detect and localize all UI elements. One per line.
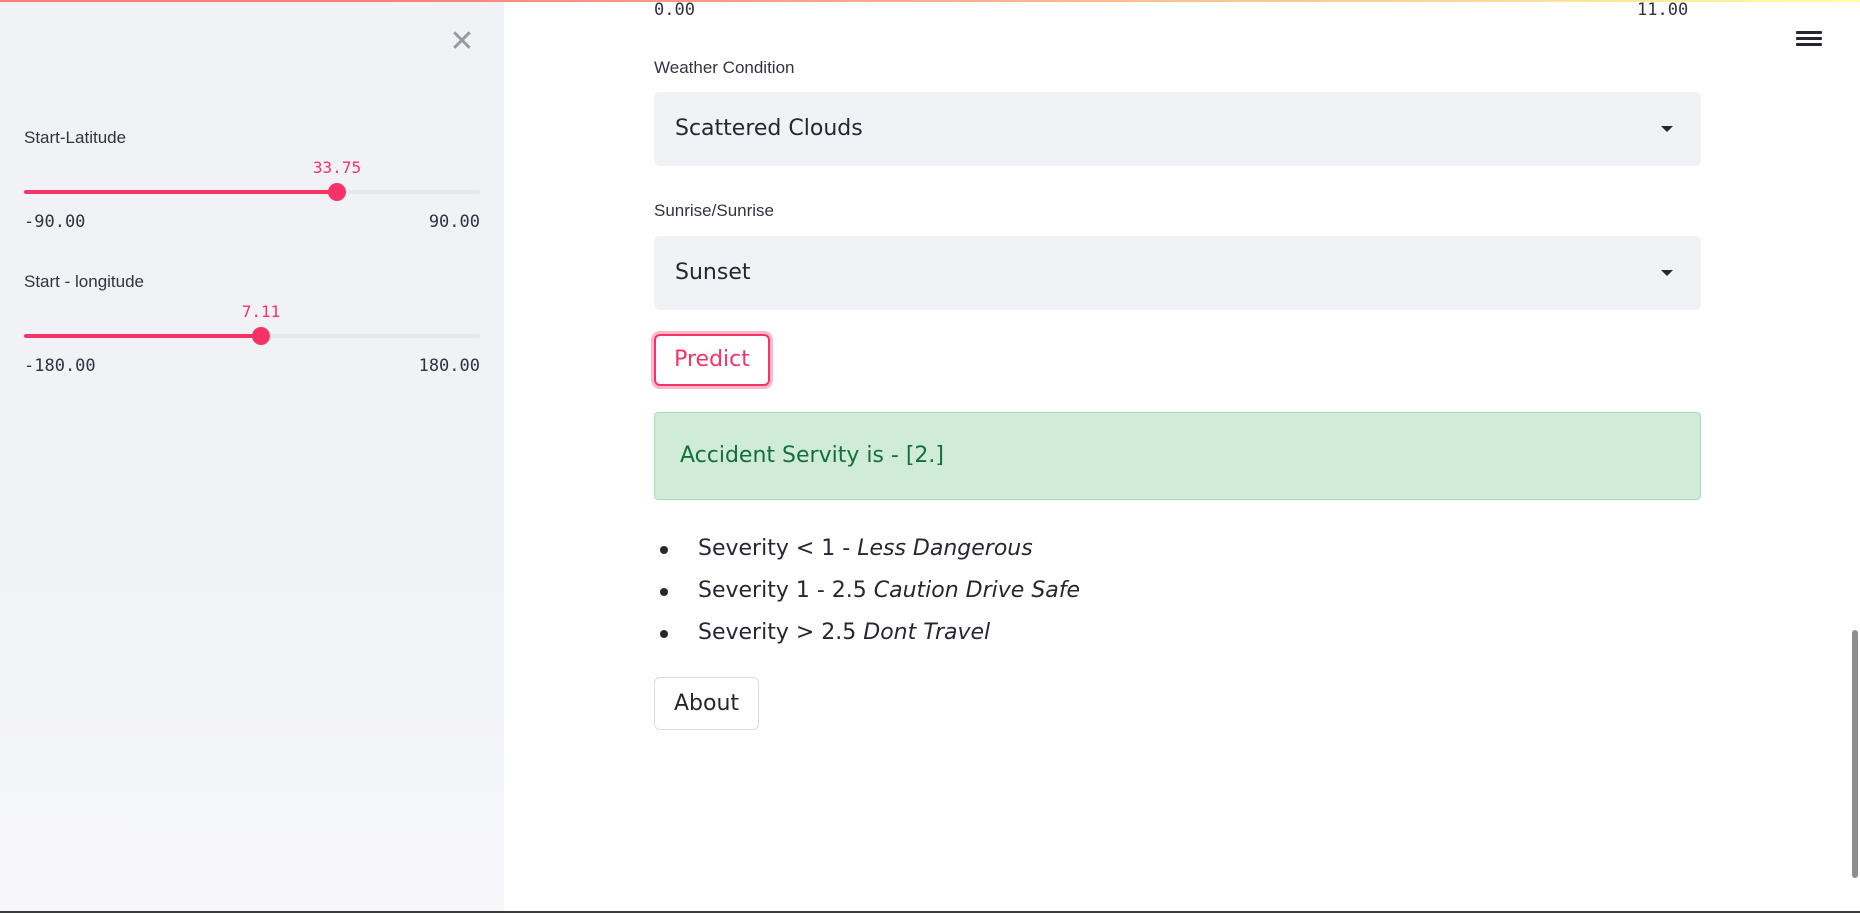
slider-thumb[interactable] (328, 183, 346, 201)
top-decoration-bar (0, 0, 1860, 2)
list-item: Severity < 1 - Less Dangerous (654, 530, 1080, 572)
weather-condition-label: Weather Condition (654, 58, 795, 77)
select-value: Scattered Clouds (675, 116, 863, 141)
scrollbar-thumb[interactable] (1852, 630, 1858, 878)
about-button[interactable]: About (654, 677, 759, 730)
slider-min: -90.00 (24, 212, 86, 232)
slider-value: 33.75 (312, 158, 362, 177)
slider-max: 180.00 (418, 356, 480, 376)
sidebar: ✕ Start-Latitude 33.75 -90.00 90.00 Star… (0, 0, 504, 913)
sunrise-sunset-label: Sunrise/Sunrise (654, 201, 775, 220)
slider-thumb[interactable] (252, 327, 270, 345)
prediction-result-alert: Accident Servity is - [2.] (654, 412, 1701, 500)
slider-label: Start - longitude (24, 272, 145, 291)
slider-min: -180.00 (24, 356, 96, 376)
prev-slider-max: 11.00 (1637, 0, 1689, 20)
slider-value: 7.11 (241, 302, 281, 321)
sunrise-sunset-select[interactable]: Sunset (654, 236, 1701, 310)
slider-track[interactable] (24, 327, 480, 345)
caret-down-icon (1661, 126, 1673, 132)
list-item: Severity > 2.5 Dont Travel (654, 614, 1080, 656)
slider-fill (24, 334, 261, 338)
slider-fill (24, 190, 337, 194)
slider-start-longitude: Start - longitude 7.11 -180.00 180.00 (24, 272, 480, 382)
prev-slider-min: 0.00 (654, 0, 695, 20)
hamburger-menu-icon[interactable] (1796, 28, 1822, 54)
close-icon[interactable]: ✕ (448, 27, 476, 57)
slider-max: 90.00 (428, 212, 480, 232)
severity-legend-list: Severity < 1 - Less Dangerous Severity 1… (654, 530, 1080, 656)
predict-button[interactable]: Predict (654, 334, 770, 386)
slider-track[interactable] (24, 183, 480, 201)
slider-start-latitude: Start-Latitude 33.75 -90.00 90.00 (24, 128, 480, 238)
weather-condition-select[interactable]: Scattered Clouds (654, 92, 1701, 166)
slider-label: Start-Latitude (24, 128, 127, 147)
caret-down-icon (1661, 270, 1673, 276)
select-value: Sunset (675, 260, 751, 285)
list-item: Severity 1 - 2.5 Caution Drive Safe (654, 572, 1080, 614)
